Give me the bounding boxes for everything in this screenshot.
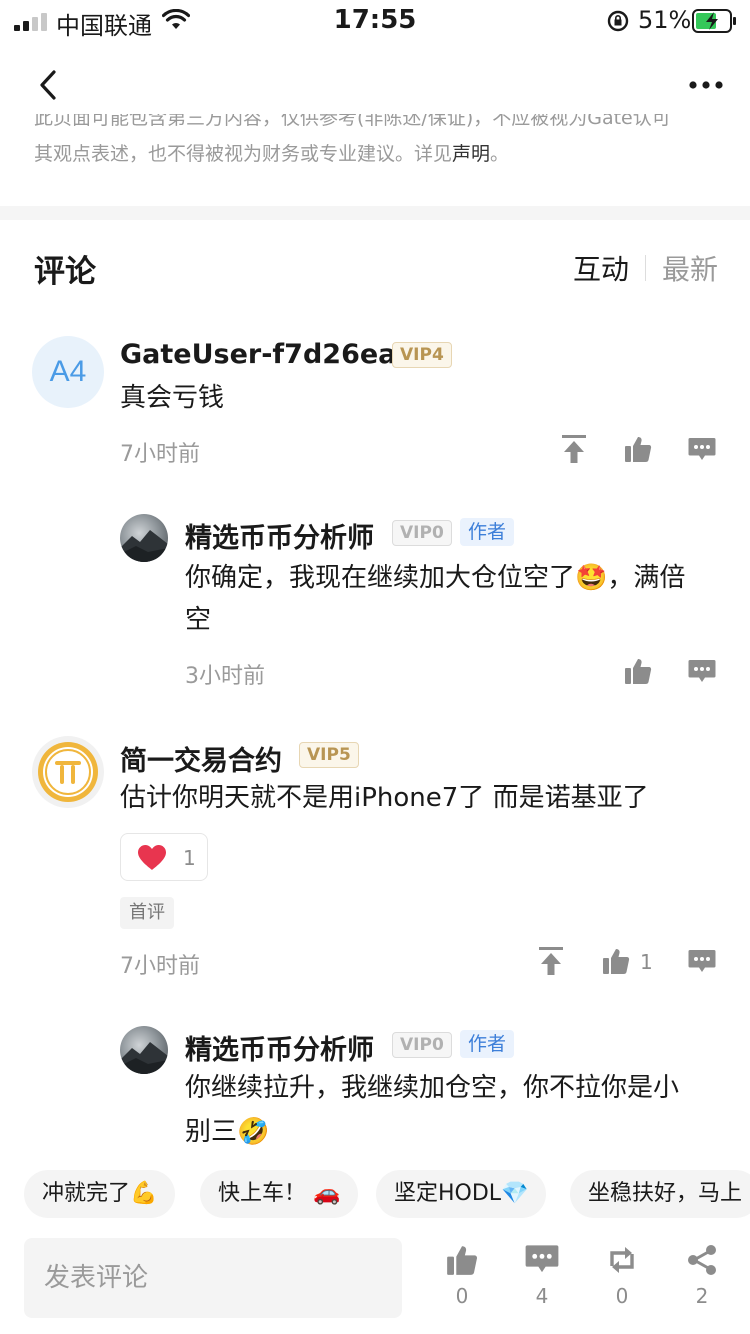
battery-icon — [692, 9, 736, 33]
comment-text: 估计你明天就不是用iPhone7了 而是诺基亚了 — [120, 783, 649, 813]
disclaimer-link[interactable]: 声明 — [452, 143, 490, 165]
battery-percent: 51% — [638, 6, 692, 34]
quick-reply-chip[interactable]: 坚定HODL💎 — [376, 1170, 547, 1218]
repost-icon — [610, 1247, 634, 1273]
like-button[interactable]: 0 — [432, 1244, 492, 1334]
more-icon[interactable] — [688, 80, 724, 90]
reaction-count: 1 — [183, 846, 196, 870]
comment-username[interactable]: 简一交易合约 — [120, 739, 282, 778]
reply-text-line-1: 你继续拉升，我继续加仓空，你不拉你是小 — [185, 1073, 680, 1103]
comment-input[interactable]: 发表评论 — [24, 1238, 402, 1318]
comment-button[interactable]: 4 — [512, 1244, 572, 1334]
comment-time: 7小时前 — [120, 442, 200, 467]
pi-coin-icon — [38, 742, 98, 802]
quick-reply-chip[interactable]: 坐稳扶好，马上 — [570, 1170, 750, 1218]
comment-bubble-icon — [525, 1245, 559, 1273]
author-tag: 作者 — [460, 1030, 515, 1058]
first-comment-badge: 首评 — [120, 897, 174, 929]
comment-bubble-icon[interactable] — [688, 949, 716, 975]
disclaimer-text: 其观点表述，也不得被视为财务或专业建议。详见 — [34, 143, 453, 165]
repost-count: 0 — [615, 1284, 629, 1308]
disclaimer-line-2: 其观点表述，也不得被视为财务或专业建议。详见声明。 — [34, 140, 509, 168]
author-tag: 作者 — [460, 518, 515, 546]
reply-text-line-2: 别三🤣 — [185, 1117, 270, 1147]
pin-top-icon[interactable] — [538, 946, 564, 976]
quick-reply-chip[interactable]: 快上车！ 🚗 — [200, 1170, 359, 1218]
like-count: 0 — [455, 1284, 469, 1308]
disclaimer-end: 。 — [490, 143, 510, 165]
comment-username[interactable]: GateUser-f7d26ea4 — [120, 339, 415, 370]
pin-top-icon[interactable] — [561, 434, 587, 464]
avatar[interactable] — [120, 1026, 168, 1074]
avatar[interactable]: A4 — [32, 336, 104, 408]
heart-icon — [138, 845, 166, 870]
thumbs-up-icon[interactable] — [602, 947, 630, 975]
disclaimer-line-1: 此页面可能包含第三方内容，仅供参考(非陈述/保证)，不应被视为Gate认可 — [34, 114, 671, 129]
bottom-action-bar: 发表评论 0 4 0 2 — [0, 1224, 750, 1334]
comments-title: 评论 — [34, 254, 96, 290]
quick-reply-bar: 冲就完了💪 快上车！ 🚗 坚定HODL💎 坐稳扶好，马上 — [0, 1170, 750, 1220]
vip-badge: VIP0 — [392, 520, 452, 546]
thumbs-up-icon[interactable] — [624, 657, 652, 685]
comment-bubble-icon[interactable] — [688, 659, 716, 685]
avatar[interactable] — [32, 736, 104, 808]
comment-text: 真会亏钱 — [120, 383, 225, 413]
like-count: 1 — [640, 950, 653, 974]
quick-reply-chip[interactable]: 冲就完了💪 — [24, 1170, 176, 1218]
vip-badge: VIP5 — [299, 742, 359, 768]
share-icon — [688, 1245, 716, 1275]
rotation-lock-icon — [607, 10, 629, 32]
vip-badge: VIP0 — [392, 1032, 452, 1058]
mountain-image-icon — [120, 530, 168, 562]
disclaimer: 此页面可能包含第三方内容，仅供参考(非陈述/保证)，不应被视为Gate认可 其观… — [34, 114, 724, 174]
comment-bubble-icon[interactable] — [688, 437, 716, 463]
sort-separator — [644, 255, 646, 281]
back-arrow-icon[interactable] — [34, 66, 62, 104]
sort-tab-latest[interactable]: 最新 — [662, 248, 718, 288]
reply-text-line-1: 你确定，我现在继续加大仓位空了🤩，满倍 — [185, 563, 686, 593]
sort-tabs: 互动 最新 — [573, 248, 718, 288]
reply-username[interactable]: 精选币币分析师 — [185, 1028, 374, 1067]
mountain-image-icon — [120, 1042, 168, 1074]
vip-badge: VIP4 — [392, 342, 452, 368]
sort-tab-interaction[interactable]: 互动 — [573, 248, 629, 288]
share-count: 2 — [695, 1284, 709, 1308]
thumbs-up-icon[interactable] — [624, 435, 652, 463]
comment-time: 7小时前 — [120, 954, 200, 979]
comment-count: 4 — [535, 1284, 549, 1308]
reply-text-line-2: 空 — [185, 605, 212, 635]
share-button[interactable]: 2 — [672, 1244, 732, 1334]
avatar[interactable] — [120, 514, 168, 562]
nav-bar — [0, 44, 750, 124]
repost-button[interactable]: 0 — [592, 1244, 652, 1334]
reply-time: 3小时前 — [185, 664, 265, 689]
reply-username[interactable]: 精选币币分析师 — [185, 516, 374, 555]
section-divider — [0, 206, 750, 220]
reaction-button[interactable]: 1 — [120, 833, 208, 881]
thumbs-up-icon — [447, 1246, 478, 1275]
status-bar: 中国联通 17:55 51% — [0, 0, 750, 44]
